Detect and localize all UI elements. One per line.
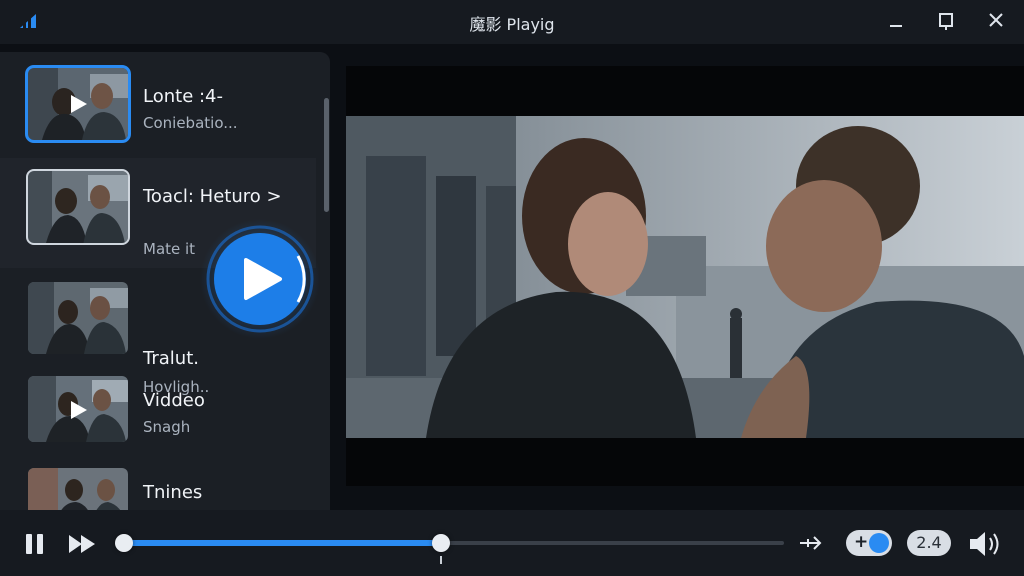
- toggle-knob: [869, 533, 889, 553]
- maximize-icon[interactable]: [934, 10, 958, 32]
- speed-badge[interactable]: 2.4: [907, 530, 951, 556]
- big-play-button[interactable]: [200, 214, 320, 344]
- item-subtitle: Mate it: [143, 240, 196, 258]
- playlist-item[interactable]: Lonte :4- Coniebatio...: [0, 52, 316, 162]
- video-thumbnail[interactable]: [26, 169, 130, 245]
- seek-marker: [439, 556, 442, 564]
- scrollbar-thumb[interactable]: [324, 98, 329, 212]
- pause-button[interactable]: [24, 533, 46, 555]
- video-thumbnail[interactable]: [28, 468, 128, 510]
- item-title: Tralut.: [143, 348, 199, 369]
- seek-bar-handle[interactable]: [431, 534, 450, 552]
- playlist-item[interactable]: Tnines: [0, 462, 316, 510]
- video-frame[interactable]: [346, 116, 1024, 438]
- seek-bar-start-handle[interactable]: [115, 534, 133, 552]
- video-thumbnail[interactable]: [25, 65, 131, 143]
- play-icon: [71, 401, 87, 419]
- play-icon: [71, 95, 87, 113]
- skip-icon[interactable]: [798, 534, 824, 552]
- title-bar: 魔影 Playig: [0, 0, 1024, 44]
- pause-icon: [26, 534, 32, 554]
- seek-bar-progress: [124, 540, 441, 546]
- item-subtitle: Coniebatio...: [143, 114, 238, 132]
- item-title: Toacl: Heturo >: [143, 186, 282, 207]
- volume-icon[interactable]: [968, 530, 1002, 558]
- toggle-label: +: [854, 532, 869, 552]
- close-icon[interactable]: [984, 10, 1008, 32]
- video-thumbnail[interactable]: [28, 376, 128, 442]
- fast-forward-icon: [69, 535, 82, 553]
- toggle-switch[interactable]: +: [846, 530, 892, 556]
- video-thumbnail[interactable]: [28, 282, 128, 354]
- fast-forward-button[interactable]: [68, 534, 96, 554]
- item-title: Viddeo: [143, 390, 205, 411]
- minimize-icon[interactable]: [884, 10, 908, 32]
- item-title: Tnines: [143, 482, 203, 503]
- window-title: 魔影 Playig: [469, 15, 555, 34]
- item-title: Lonte :4-: [143, 86, 223, 107]
- item-subtitle: Snagh: [143, 418, 191, 436]
